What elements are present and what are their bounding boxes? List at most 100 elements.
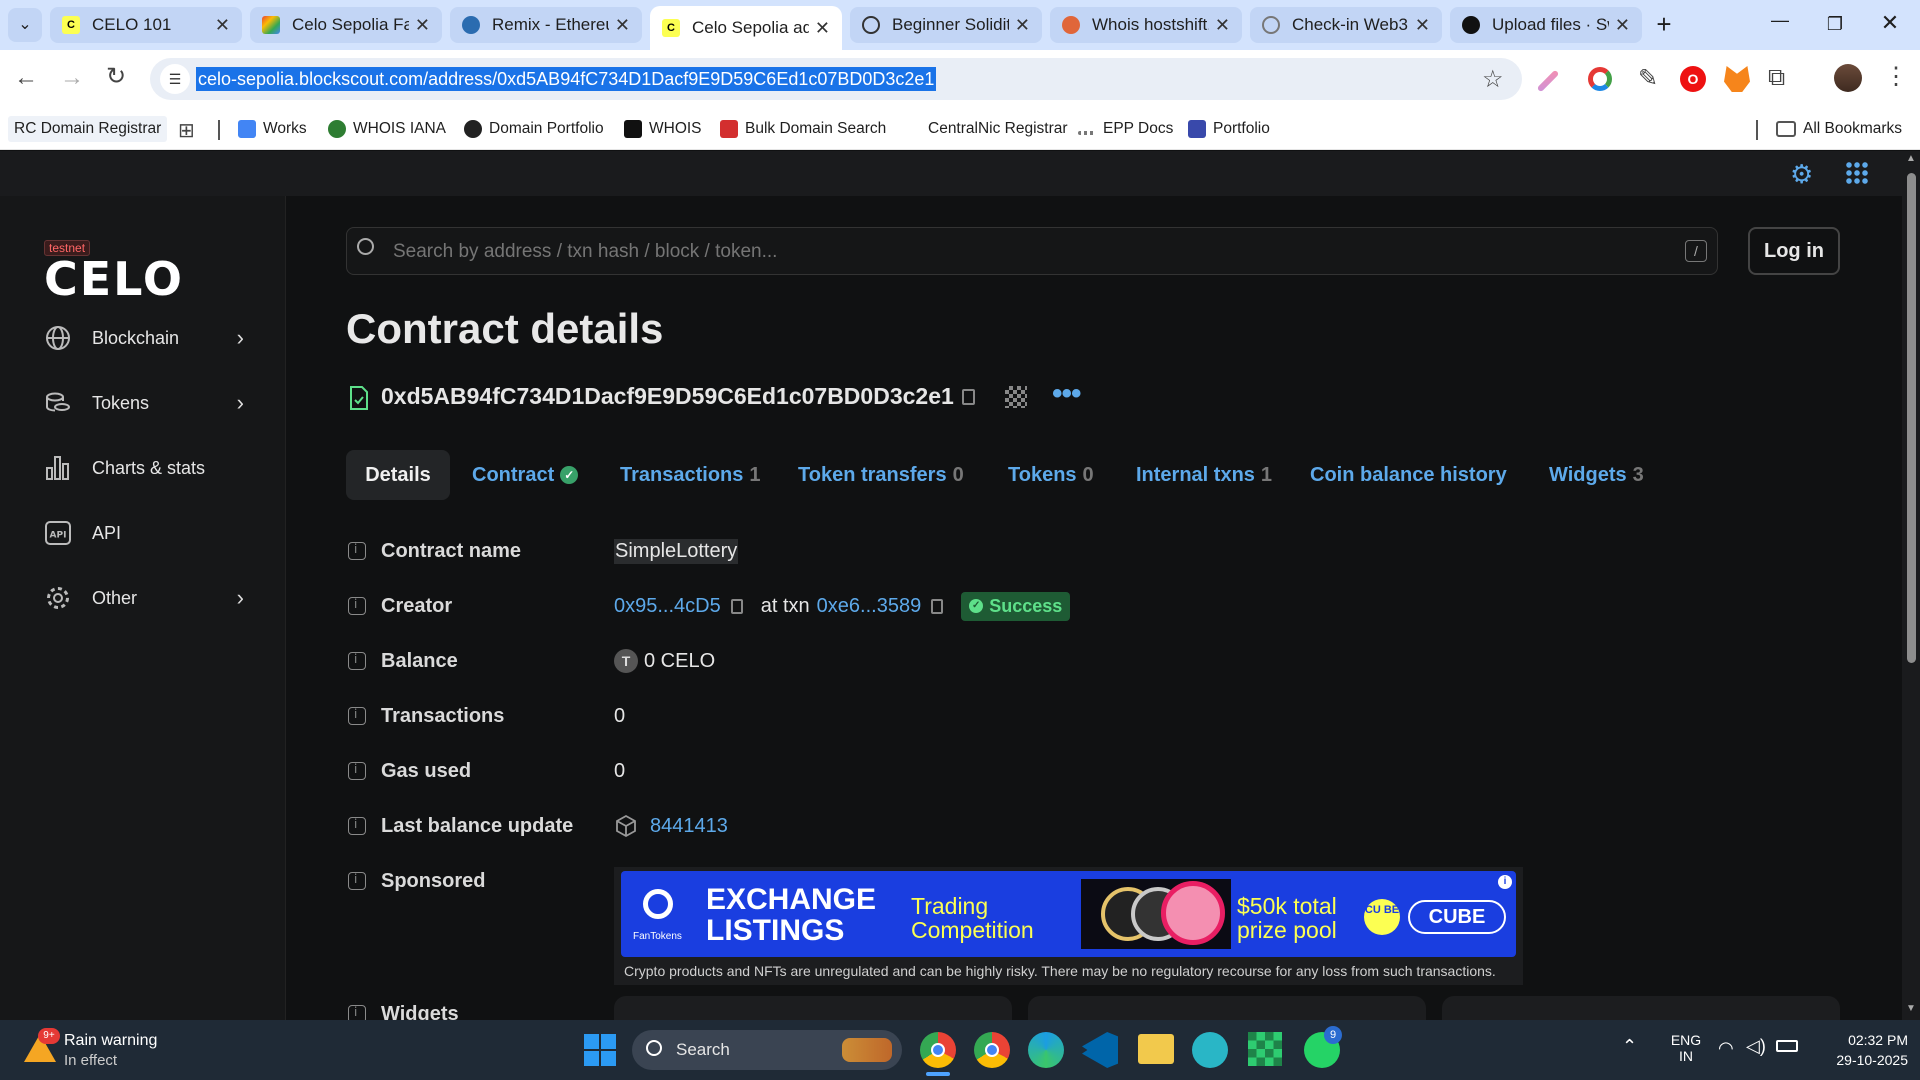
battery-icon[interactable] xyxy=(1776,1040,1798,1052)
tab-widgets[interactable]: Widgets 3 xyxy=(1549,449,1644,501)
bookmark-item[interactable]: Bulk Domain Search xyxy=(720,116,886,142)
tab-tokens[interactable]: Tokens 0 xyxy=(1008,449,1094,501)
app-green-taskbar-icon[interactable] xyxy=(1248,1032,1282,1066)
celo-logo[interactable]: CELO xyxy=(44,252,184,306)
copy-icon[interactable] xyxy=(931,598,944,614)
vscode-taskbar-icon[interactable] xyxy=(1082,1032,1118,1068)
info-icon[interactable] xyxy=(348,542,366,560)
chrome-taskbar-icon[interactable] xyxy=(920,1032,956,1068)
windows-start-icon[interactable] xyxy=(584,1034,616,1066)
browser-tab-active[interactable]: C Celo Sepolia add ✕ xyxy=(650,6,842,50)
clock[interactable]: 02:32 PM 29-10-2025 xyxy=(1808,1030,1908,1070)
apps-grid-icon[interactable]: ⊞ xyxy=(178,118,195,143)
site-settings-icon[interactable]: ☰ xyxy=(160,64,190,94)
mail-taskbar-icon[interactable] xyxy=(1192,1032,1228,1068)
bookmark-item[interactable]: Domain Portfolio xyxy=(464,116,604,142)
info-icon[interactable] xyxy=(348,597,366,615)
close-icon[interactable]: ✕ xyxy=(1615,15,1630,36)
browser-tab[interactable]: Upload files · Sw ✕ xyxy=(1450,7,1642,43)
close-icon[interactable]: ✕ xyxy=(215,15,230,36)
extensions-icon[interactable]: ⧉ xyxy=(1768,64,1785,92)
scrollbar[interactable]: ▲ ▼ xyxy=(1902,151,1920,1020)
search-input[interactable] xyxy=(393,238,1593,266)
adblock-extension-icon[interactable]: O xyxy=(1680,66,1706,92)
close-icon[interactable]: ✕ xyxy=(615,15,630,36)
bookmark-item[interactable]: EPP Docs xyxy=(1078,116,1173,142)
close-icon[interactable]: ✕ xyxy=(1015,15,1030,36)
chrome-alt-taskbar-icon[interactable] xyxy=(974,1032,1010,1068)
bookmark-item[interactable]: WHOIS IANA xyxy=(328,116,446,142)
close-icon[interactable]: ✕ xyxy=(1415,15,1430,36)
minimize-button[interactable]: — xyxy=(1760,10,1800,40)
new-tab-button[interactable]: + xyxy=(1648,9,1680,41)
weather-widget[interactable]: 9+ Rain warning In effect xyxy=(20,1028,220,1072)
sidebar-item-api[interactable]: API API xyxy=(44,513,244,553)
tab-coin-balance-history[interactable]: Coin balance history xyxy=(1310,449,1507,501)
eyedropper-extension-icon[interactable]: ✎ xyxy=(1638,64,1658,93)
block-number-link[interactable]: 8441413 xyxy=(650,815,728,838)
tab-contract[interactable]: Contract ✓ xyxy=(472,449,579,501)
browser-tab[interactable]: Remix - Ethereum ✕ xyxy=(450,7,642,43)
ad-creative[interactable]: FanTokens EXCHANGE LISTINGS Trading Comp… xyxy=(621,871,1516,957)
browser-tab[interactable]: Check-in Web3 V ✕ xyxy=(1250,7,1442,43)
scroll-up-arrow[interactable]: ▲ xyxy=(1906,153,1916,164)
forward-icon[interactable]: → xyxy=(60,64,84,92)
bookmark-star-icon[interactable]: ☆ xyxy=(1482,65,1504,94)
widget-card[interactable] xyxy=(1442,996,1840,1020)
sidebar-item-tokens[interactable]: Tokens › xyxy=(44,383,244,423)
more-options-icon[interactable]: ••• xyxy=(1052,377,1081,411)
bookmark-item[interactable]: WHOIS xyxy=(624,116,702,142)
sidebar-item-blockchain[interactable]: Blockchain › xyxy=(44,318,244,358)
sidebar-item-charts[interactable]: Charts & stats xyxy=(44,448,244,488)
profile-avatar[interactable] xyxy=(1834,64,1862,92)
login-button[interactable]: Log in xyxy=(1748,227,1840,275)
close-icon[interactable]: ✕ xyxy=(815,18,830,39)
copy-icon[interactable] xyxy=(962,389,975,405)
tab-details[interactable]: Details xyxy=(346,450,450,500)
txn-hash-link[interactable]: 0xe6...3589 xyxy=(817,595,922,618)
close-icon[interactable]: ✕ xyxy=(415,15,430,36)
cube-button[interactable]: CUBE xyxy=(1408,900,1506,934)
language-indicator[interactable]: ENG IN xyxy=(1666,1032,1706,1064)
qr-code-icon[interactable] xyxy=(1005,386,1027,408)
tray-chevron-up-icon[interactable]: ⌃ xyxy=(1622,1036,1637,1057)
browser-tab[interactable]: Celo Sepolia Fau ✕ xyxy=(250,7,442,43)
taskbar-search[interactable]: Search xyxy=(632,1030,902,1070)
pen-extension-icon[interactable] xyxy=(1536,69,1560,93)
window-close-button[interactable]: ✕ xyxy=(1870,10,1910,40)
info-icon[interactable] xyxy=(348,762,366,780)
sidebar-item-other[interactable]: Other › xyxy=(44,578,244,618)
copy-icon[interactable] xyxy=(730,598,743,614)
bookmark-item[interactable]: Portfolio xyxy=(1188,116,1270,142)
info-icon[interactable] xyxy=(348,817,366,835)
wifi-icon[interactable]: ◠ xyxy=(1718,1038,1734,1059)
settings-gear-icon[interactable]: ⚙ xyxy=(1790,159,1813,190)
bookmark-item[interactable]: CentralNic Registrar xyxy=(928,116,1068,142)
edge-taskbar-icon[interactable] xyxy=(1028,1032,1064,1068)
more-menu-icon[interactable]: ⋮ xyxy=(1884,62,1908,91)
back-icon[interactable]: ← xyxy=(14,64,38,92)
tab-search-button[interactable]: ⌄ xyxy=(8,8,42,42)
url-text[interactable]: celo-sepolia.blockscout.com/address/0xd5… xyxy=(196,67,937,91)
omnibox[interactable]: ☰ celo-sepolia.blockscout.com/address/0x… xyxy=(150,58,1522,100)
tab-token-transfers[interactable]: Token transfers 0 xyxy=(798,449,964,501)
ad-info-icon[interactable]: i xyxy=(1498,875,1512,889)
widget-card[interactable] xyxy=(1028,996,1426,1020)
info-icon[interactable] xyxy=(348,707,366,725)
all-bookmarks-button[interactable]: All Bookmarks xyxy=(1776,116,1902,142)
browser-tab[interactable]: Whois hostshift. ✕ xyxy=(1050,7,1242,43)
restore-button[interactable]: ❐ xyxy=(1815,14,1855,44)
info-icon[interactable] xyxy=(348,652,366,670)
tab-internal-txns[interactable]: Internal txns 1 xyxy=(1136,449,1272,501)
scrollbar-thumb[interactable] xyxy=(1907,173,1916,663)
browser-tab[interactable]: Beginner Solidity ✕ xyxy=(850,7,1042,43)
bookmark-item[interactable]: RC Domain Registrar xyxy=(8,116,168,142)
tab-transactions[interactable]: Transactions 1 xyxy=(620,449,761,501)
bookmark-item[interactable]: Works xyxy=(238,116,307,142)
reload-icon[interactable]: ↻ xyxy=(106,62,126,91)
search-bar[interactable]: / xyxy=(346,227,1718,275)
info-icon[interactable] xyxy=(348,872,366,890)
file-explorer-taskbar-icon[interactable] xyxy=(1138,1034,1174,1064)
sponsored-ad-banner[interactable]: FanTokens EXCHANGE LISTINGS Trading Comp… xyxy=(614,867,1523,985)
close-icon[interactable]: ✕ xyxy=(1215,15,1230,36)
